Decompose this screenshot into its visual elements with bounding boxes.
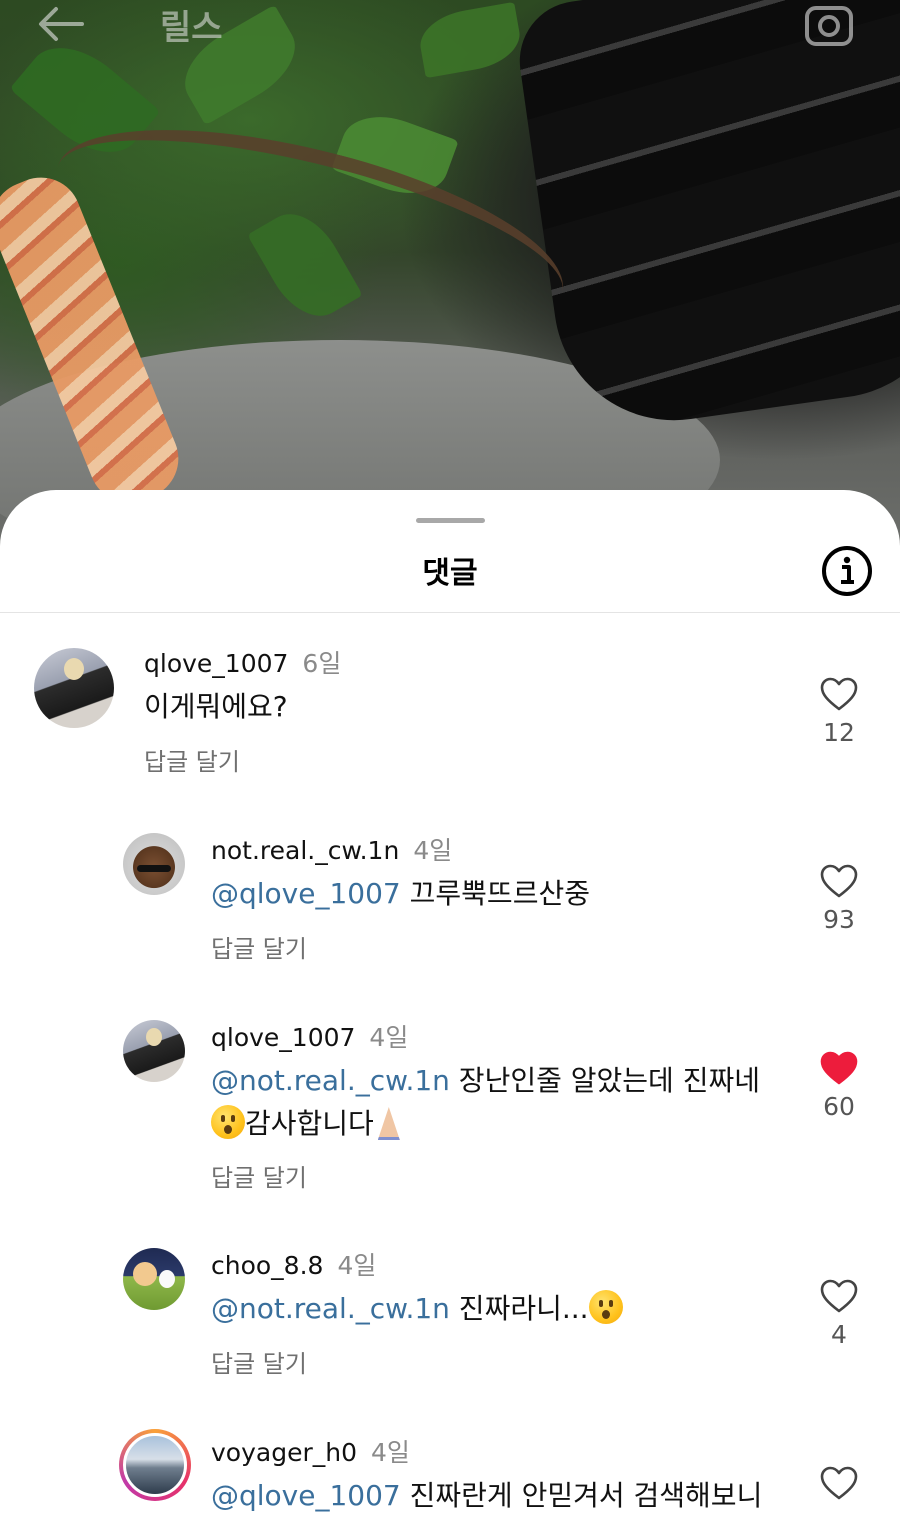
comment-meta: voyager_h0 4일 xyxy=(211,1433,410,1469)
comment-text: @qlove_1007 끄루뿍뜨르산중 xyxy=(211,872,590,915)
comment-text: @not.real._cw.1n 진짜라니... xyxy=(211,1287,623,1330)
folded-hands-emoji xyxy=(374,1105,404,1139)
avatar-face xyxy=(64,658,84,680)
like-button[interactable]: 60 xyxy=(812,1050,866,1121)
like-button[interactable] xyxy=(812,1465,866,1501)
comment-body: 끄루뿍뜨르산중 xyxy=(400,877,590,910)
comment-username[interactable]: qlove_1007 xyxy=(211,1023,355,1052)
comment-text: @qlove_1007 진짜란게 안믿겨서 검색해보니 xyxy=(211,1474,762,1517)
comment-meta: choo_8.8 4일 xyxy=(211,1246,376,1282)
reply-button[interactable]: 답글 달기 xyxy=(211,1158,307,1193)
comment-body: 장난인줄 알았는데 진짜네 xyxy=(449,1064,760,1097)
avatar-story-ring[interactable] xyxy=(119,1429,191,1501)
mention-link[interactable]: @not.real._cw.1n xyxy=(211,1064,450,1097)
like-count: 4 xyxy=(831,1320,847,1349)
comment-meta: not.real._cw.1n 4일 xyxy=(211,831,452,867)
heart-outline-icon xyxy=(820,864,858,898)
mention-link[interactable]: @qlove_1007 xyxy=(211,877,401,910)
mention-link[interactable]: @qlove_1007 xyxy=(211,1479,401,1512)
avatar-character xyxy=(159,1270,175,1288)
astonished-face-emoji xyxy=(211,1105,245,1139)
like-count: 60 xyxy=(823,1092,855,1121)
comment-text: 이게뭐에요? xyxy=(144,685,288,728)
drag-handle[interactable] xyxy=(416,518,485,523)
like-button[interactable]: 4 xyxy=(812,1278,866,1349)
comment-username[interactable]: choo_8.8 xyxy=(211,1251,323,1280)
heart-outline-icon xyxy=(820,1279,858,1313)
comment-username[interactable]: not.real._cw.1n xyxy=(211,836,399,865)
avatar-mustache xyxy=(137,865,171,872)
reply-button[interactable]: 답글 달기 xyxy=(211,929,307,964)
sheet-title: 댓글 xyxy=(422,556,478,591)
comments-sheet: 댓글 qlove_1007 6일 이게뭐에요? 답글 달기 12 not.real… xyxy=(0,490,900,1521)
avatar[interactable] xyxy=(34,648,114,728)
avatar[interactable] xyxy=(123,1248,185,1310)
back-arrow-icon[interactable] xyxy=(36,4,86,44)
comment-text: @not.real._cw.1n 장난인줄 알았는데 진짜네 감사합니다 xyxy=(211,1059,760,1145)
like-button[interactable]: 12 xyxy=(812,676,866,747)
comment-time: 4일 xyxy=(370,1438,410,1467)
comment-body: 이게뭐에요? xyxy=(144,690,288,723)
reply-button[interactable]: 답글 달기 xyxy=(144,742,240,777)
comment-username[interactable]: voyager_h0 xyxy=(211,1438,357,1467)
heart-filled-icon xyxy=(820,1051,858,1085)
comment-time: 4일 xyxy=(369,1023,409,1052)
comment-body: 진짜라니... xyxy=(449,1292,589,1325)
avatar-character xyxy=(133,1262,157,1286)
comment-time: 6일 xyxy=(302,649,342,678)
avatar-face xyxy=(146,1028,162,1046)
divider xyxy=(0,612,900,613)
comment-meta: qlove_1007 6일 xyxy=(144,644,341,680)
page-title: 릴스 xyxy=(160,8,223,48)
avatar xyxy=(123,1433,187,1497)
comment-username[interactable]: qlove_1007 xyxy=(144,649,288,678)
comment-time: 4일 xyxy=(413,836,453,865)
like-count: 93 xyxy=(823,905,855,934)
heart-outline-icon xyxy=(820,677,858,711)
reel-video[interactable] xyxy=(0,0,900,560)
info-icon[interactable] xyxy=(820,544,874,598)
astonished-face-emoji xyxy=(588,1290,623,1324)
reels-top-bar: 릴스 xyxy=(0,0,900,50)
avatar[interactable] xyxy=(123,833,185,895)
comment-body: 진짜란게 안믿겨서 검색해보니 xyxy=(400,1479,763,1512)
camera-icon[interactable] xyxy=(802,0,856,48)
heart-outline-icon xyxy=(820,1466,858,1500)
comment-body-line2: 감사합니다 xyxy=(245,1107,374,1140)
avatar[interactable] xyxy=(123,1020,185,1082)
comment-time: 4일 xyxy=(337,1251,377,1280)
like-button[interactable]: 93 xyxy=(812,863,866,934)
like-count: 12 xyxy=(823,718,855,747)
mention-link[interactable]: @not.real._cw.1n xyxy=(211,1292,450,1325)
comment-meta: qlove_1007 4일 xyxy=(211,1018,408,1054)
reply-button[interactable]: 답글 달기 xyxy=(211,1344,307,1379)
